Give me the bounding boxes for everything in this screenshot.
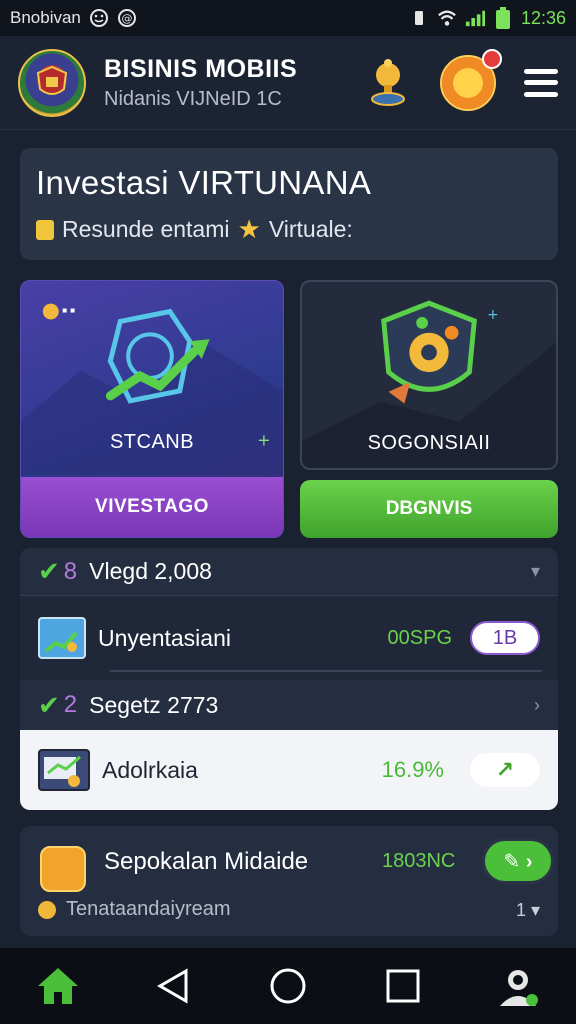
row-label: Unyentasiani [98, 624, 231, 651]
row-label: Adolrkaia [102, 756, 198, 783]
document-icon [36, 219, 54, 240]
certificate-icon [38, 749, 90, 791]
menu-icon[interactable] [524, 68, 558, 97]
coin-icon [38, 900, 56, 919]
app-subtitle: Nidanis VIJNeID 1C [104, 87, 282, 110]
circle-home-icon [270, 968, 306, 1004]
app-title: BISINIS MOBIIS [104, 54, 298, 83]
chart-icon [38, 617, 86, 659]
navigation-bar [0, 948, 576, 1024]
row-label: Vlegd 2,008 [89, 558, 212, 584]
profile-icon [500, 970, 539, 1006]
wifi-icon [437, 8, 457, 28]
check-icon: ✔ [38, 556, 60, 586]
svg-text:@: @ [121, 12, 132, 25]
clock: 12:36 [520, 7, 566, 28]
edit-button[interactable]: ✎ › [482, 838, 554, 884]
battery-icon [493, 7, 513, 29]
at-icon: @ [117, 8, 137, 28]
hero-subtitle: Resunde entami ★ Virtuale: [36, 214, 542, 245]
divider [110, 670, 542, 672]
check-icon: ✔ [38, 689, 60, 720]
row-number: 2 [63, 691, 78, 718]
row-value: 16.9% [381, 757, 444, 782]
bottom-card-subtitle: Tenataandaiyream [66, 898, 231, 920]
security-button[interactable]: DBGNVIS [300, 480, 558, 538]
bottom-card-title: Sepokalan Midaide [104, 848, 309, 875]
back-icon [156, 968, 188, 1004]
row-pill-button[interactable]: 1B [470, 621, 540, 655]
trend-up-button[interactable]: ↗ [470, 753, 540, 787]
bag-icon [40, 846, 86, 892]
home-circle-button[interactable] [258, 956, 318, 1016]
activity-list: ✔ 8 Vlegd 2,008 ▾ Unyentasiani 00SPG 1B … [20, 548, 558, 810]
hero-title: Investasi VIRTUNANA [36, 164, 372, 201]
carrier-label: Bnobivan [10, 8, 81, 27]
invest-tile-label: STCANB [109, 431, 195, 453]
hero-subtitle-left: Resunde entami [62, 216, 230, 242]
star-icon: ★ [237, 214, 261, 244]
trophy-button[interactable] [364, 57, 412, 109]
app-header: BISINIS MOBIIS Nidanis VIJNeID 1C [0, 36, 576, 130]
home-button[interactable] [28, 956, 88, 1016]
profile-button[interactable] [488, 956, 548, 1016]
bottom-card-count[interactable]: 1 ▾ [516, 900, 540, 921]
hero-card: Investasi VIRTUNANA Resunde entami ★ Vir… [20, 148, 558, 260]
recents-icon [386, 969, 420, 1003]
trophy-icon [371, 58, 405, 106]
smiley-icon [89, 8, 109, 28]
row-number: 8 [63, 557, 78, 585]
row-value: 00SPG [387, 626, 452, 649]
notification-badge [482, 48, 502, 69]
back-button[interactable] [143, 956, 203, 1016]
app-logo [18, 48, 86, 117]
chevron-right-icon[interactable]: › [534, 695, 540, 716]
list-item[interactable]: ✔ 2 Segetz 2773 › [20, 680, 558, 730]
status-bar: Bnobivan @ 12:36 [0, 0, 576, 36]
invest-tile[interactable]: + STCANB VIVESTAGO [20, 280, 284, 538]
list-item[interactable]: Adolrkaia 16.9% ↗ [20, 730, 558, 810]
bottom-card-subtitle-row: Tenataandaiyream [38, 898, 231, 921]
signal-icon [465, 8, 485, 28]
hero-subtitle-right: Virtuale: [268, 216, 353, 242]
row-label: Segetz 2773 [89, 691, 219, 718]
recents-button[interactable] [373, 956, 433, 1016]
home-icon [37, 968, 78, 1004]
vibrate-icon [409, 8, 429, 28]
chevron-down-icon[interactable]: ▾ [531, 561, 540, 582]
list-item[interactable]: Unyentasiani 00SPG 1B [20, 596, 558, 680]
bottom-card-value: 1803NC [382, 850, 456, 872]
security-tile[interactable]: + SOGONSIAII [300, 280, 558, 470]
list-item[interactable]: ✔ 8 Vlegd 2,008 ▾ [20, 548, 558, 596]
invest-button[interactable]: VIVESTAGO [21, 477, 283, 537]
rewards-button[interactable] [440, 48, 502, 111]
svg-text:+: + [487, 307, 499, 323]
bottom-card[interactable]: Sepokalan Midaide 1803NC ✎ › Tenataandai… [20, 826, 558, 936]
security-tile-label: SOGONSIAII [367, 432, 491, 454]
